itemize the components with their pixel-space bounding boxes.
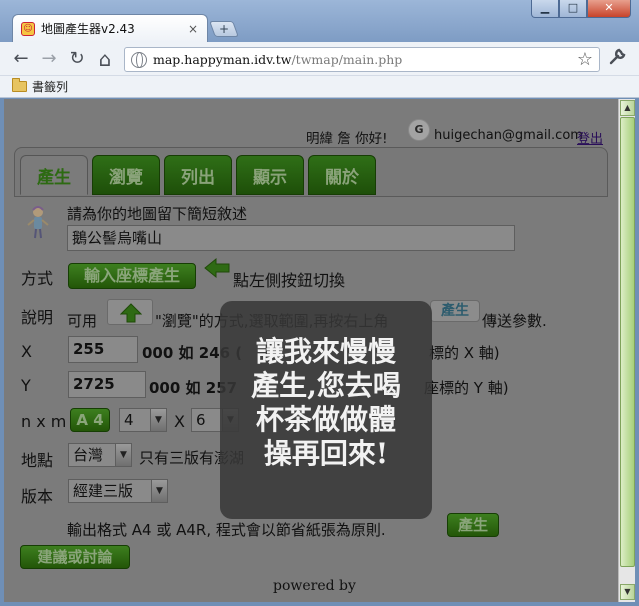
- chevron-down-icon: ▼: [151, 480, 167, 502]
- close-window-button[interactable]: ✕: [587, 0, 631, 18]
- location-label: 地點: [21, 451, 54, 470]
- globe-icon: [131, 51, 147, 68]
- wrench-icon[interactable]: [608, 48, 626, 71]
- page-viewport: 明緯 詹 你好! G huigechan@gmail.com 登出 產生 瀏覽 …: [4, 99, 618, 602]
- greeting-text: 明緯 詹 你好!: [306, 131, 388, 147]
- google-avatar-icon: G: [408, 119, 430, 141]
- times-sign: X: [174, 412, 185, 431]
- user-email: huigechan@gmail.com: [434, 128, 583, 143]
- version-select[interactable]: 經建三版 ▼: [68, 479, 168, 503]
- window-controls: ▁ □ ✕: [531, 0, 631, 18]
- chevron-down-icon: ▼: [150, 409, 166, 431]
- minimize-button[interactable]: ▁: [531, 0, 559, 18]
- address-bar[interactable]: map.happyman.idv.tw/twmap/main.php ☆: [124, 47, 600, 72]
- generate-hint-button: 產生: [430, 300, 480, 322]
- location-select[interactable]: 台灣 ▼: [68, 443, 132, 467]
- discuss-button[interactable]: 建議或討論: [20, 545, 130, 569]
- window-bottom-frame: [0, 602, 639, 606]
- tab-browse[interactable]: 瀏覽: [92, 155, 160, 195]
- close-tab-icon[interactable]: ×: [185, 22, 201, 36]
- paper-size-button[interactable]: A 4: [70, 408, 110, 432]
- tab-title: 地圖產生器v2.43: [41, 22, 135, 36]
- output-format-note: 輸出格式 A4 或 A4R, 程式會以節省紙張為原則.: [67, 521, 386, 539]
- x-suffix-end: 標的 X 軸): [429, 344, 500, 362]
- up-arrow-button: [107, 299, 153, 325]
- back-button[interactable]: ←: [10, 48, 32, 70]
- bookmarks-bar: 書籤列: [0, 76, 639, 98]
- browser-toolbar: ← → ↻ ⌂ map.happyman.idv.tw/twmap/main.p…: [0, 42, 639, 76]
- y-input[interactable]: 2725: [68, 371, 146, 398]
- title-prompt: 請為你的地圖留下簡短敘述: [67, 205, 248, 223]
- up-arrow-icon: [120, 303, 142, 323]
- plus-icon: +: [218, 22, 230, 36]
- tab-generate[interactable]: 產生: [20, 155, 88, 195]
- window-titlebar: ☺ 地圖產生器v2.43 × + ▁ □ ✕: [0, 0, 639, 42]
- version-label: 版本: [21, 487, 54, 506]
- logout-link[interactable]: 登出: [577, 128, 603, 147]
- description-label: 說明: [21, 308, 54, 327]
- loading-overlay: 讓我來慢慢 產生,您去喝 杯茶做做體 操再回來!: [220, 301, 432, 519]
- forward-button[interactable]: →: [38, 48, 60, 70]
- favicon-icon: ☺: [21, 21, 35, 36]
- n-select[interactable]: 4 ▼: [119, 408, 167, 432]
- scroll-up-icon[interactable]: ▲: [620, 100, 635, 116]
- bookmarks-folder[interactable]: 書籤列: [32, 78, 68, 95]
- nxm-label: n x m: [21, 412, 67, 431]
- description-text-3: 傳送參數.: [482, 312, 547, 330]
- reload-button[interactable]: ↻: [66, 48, 88, 70]
- tab-show[interactable]: 顯示: [236, 155, 304, 195]
- maximize-button[interactable]: □: [559, 0, 587, 18]
- mode-label: 方式: [21, 269, 54, 288]
- description-text-1: 可用: [67, 312, 98, 330]
- mode-toggle-button[interactable]: 輸入座標產生: [68, 263, 196, 289]
- cartoon-avatar-icon: [24, 205, 52, 239]
- powered-by: powered by: [273, 578, 356, 594]
- y-label: Y: [21, 376, 31, 395]
- generate-submit-button[interactable]: 產生: [447, 513, 499, 537]
- browser-tab[interactable]: ☺ 地圖產生器v2.43 ×: [12, 14, 208, 42]
- tab-about[interactable]: 關於: [308, 155, 376, 195]
- map-title-input[interactable]: 鵝公髻烏嘴山: [67, 225, 515, 251]
- y-suffix-end: 座標的 Y 軸): [424, 379, 509, 397]
- vertical-scrollbar[interactable]: ▲ ▼: [618, 99, 635, 602]
- home-button[interactable]: ⌂: [94, 48, 116, 70]
- url-text[interactable]: map.happyman.idv.tw/twmap/main.php: [153, 52, 402, 67]
- x-label: X: [21, 342, 32, 361]
- scroll-down-icon[interactable]: ▼: [620, 584, 635, 600]
- folder-icon: [12, 78, 27, 92]
- user-header: 明緯 詹 你好! G huigechan@gmail.com 登出: [4, 119, 618, 147]
- x-input[interactable]: 255: [68, 336, 138, 363]
- chevron-down-icon: ▼: [115, 444, 131, 466]
- loading-message: 讓我來慢慢 產生,您去喝 杯茶做做體 操再回來!: [251, 335, 401, 470]
- left-arrow-icon: [203, 257, 231, 279]
- mode-hint: 點左側按鈕切換: [233, 271, 346, 290]
- scrollbar-thumb[interactable]: [620, 117, 635, 567]
- tab-list[interactable]: 列出: [164, 155, 232, 195]
- bookmark-star-icon[interactable]: ☆: [577, 49, 593, 70]
- main-tabs: 產生 瀏覽 列出 顯示 關於: [20, 155, 376, 195]
- new-tab-button[interactable]: +: [209, 21, 239, 37]
